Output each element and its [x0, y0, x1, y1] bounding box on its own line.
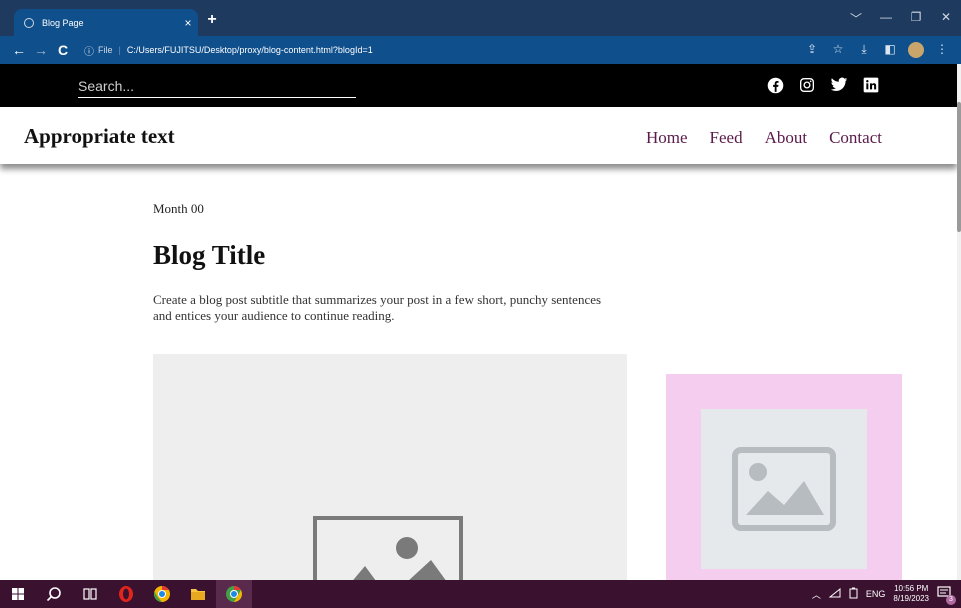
reload-icon[interactable]: C: [52, 42, 74, 58]
globe-icon: [24, 17, 34, 28]
browser-toolbar: ← → C ⓘ File | C:/Users/FUJITSU/Desktop/…: [0, 36, 961, 64]
post-subtitle: Create a blog post subtitle that summari…: [153, 292, 602, 323]
clock-time: 10:56 PM: [894, 584, 929, 593]
search-input[interactable]: [78, 78, 356, 94]
menu-icon[interactable]: ⋮: [929, 42, 955, 58]
task-view-icon[interactable]: [72, 580, 108, 608]
opera-icon[interactable]: [108, 580, 144, 608]
twitter-icon[interactable]: [830, 76, 848, 94]
top-strip: [0, 64, 957, 107]
page-viewport: Appropriate text Home Feed About Contact…: [0, 64, 961, 580]
social-links: [766, 76, 880, 94]
chrome-icon[interactable]: [144, 580, 180, 608]
sidebar-image-placeholder: [701, 409, 867, 569]
sidebar-image-card: [666, 374, 902, 580]
language-indicator[interactable]: ENG: [866, 589, 886, 599]
url-text[interactable]: C:/Users/FUJITSU/Desktop/proxy/blog-cont…: [127, 45, 373, 55]
linkedin-icon[interactable]: [862, 76, 880, 94]
restore-button[interactable]: ❐: [901, 10, 931, 27]
windows-start-icon[interactable]: [0, 580, 36, 608]
share-icon[interactable]: ⇪: [799, 42, 825, 58]
main-nav: Home Feed About Contact: [646, 128, 882, 148]
browser-tab[interactable]: Blog Page ×: [14, 9, 198, 36]
forward-icon[interactable]: →: [30, 42, 52, 58]
url-scheme-label: File: [98, 45, 113, 55]
close-window-button[interactable]: ✕: [931, 10, 961, 27]
battery-icon[interactable]: [849, 587, 858, 601]
nav-home-link[interactable]: Home: [646, 128, 688, 148]
hero-image-placeholder: [153, 354, 627, 580]
post-title: Blog Title: [153, 240, 266, 270]
image-placeholder-icon: [313, 516, 463, 580]
profile-avatar[interactable]: [908, 42, 924, 58]
site-brand[interactable]: Appropriate text: [24, 124, 175, 149]
notification-count-badge: 3: [946, 595, 956, 605]
tab-close-button[interactable]: ×: [178, 16, 198, 30]
post-date: Month 00: [153, 201, 204, 216]
star-icon[interactable]: ☆: [825, 42, 851, 58]
search-field[interactable]: [78, 78, 356, 98]
browser-titlebar: Blog Page × + ﹀ — ❐ ✕: [0, 0, 961, 36]
notification-icon[interactable]: 3: [937, 586, 956, 605]
chevron-up-icon[interactable]: ︿: [812, 588, 821, 601]
page-scrollbar[interactable]: [957, 64, 961, 580]
omnibox[interactable]: ⓘ File | C:/Users/FUJITSU/Desktop/proxy/…: [84, 43, 373, 58]
instagram-icon[interactable]: [798, 76, 816, 94]
minimize-button[interactable]: —: [871, 10, 901, 27]
search-icon[interactable]: [36, 580, 72, 608]
clock[interactable]: 10:56 PM 8/19/2023: [893, 584, 929, 604]
info-icon[interactable]: ⓘ: [84, 43, 94, 58]
new-tab-button[interactable]: +: [204, 11, 220, 29]
url-separator: |: [118, 45, 121, 55]
download-icon[interactable]: ⤓: [851, 42, 877, 58]
file-explorer-icon[interactable]: [180, 580, 216, 608]
sidepanel-icon[interactable]: ◧: [877, 42, 903, 58]
tab-title: Blog Page: [42, 17, 84, 28]
scrollbar-thumb[interactable]: [957, 102, 961, 232]
site-header: Appropriate text Home Feed About Contact: [0, 107, 957, 164]
system-tray: ︿ ENG 10:56 PM 8/19/2023 3: [812, 580, 956, 608]
nav-feed-link[interactable]: Feed: [710, 128, 743, 148]
windows-taskbar: ︿ ENG 10:56 PM 8/19/2023 3: [0, 580, 961, 608]
window-controls: ﹀ — ❐ ✕: [841, 10, 961, 27]
nav-contact-link[interactable]: Contact: [829, 128, 882, 148]
nav-about-link[interactable]: About: [765, 128, 808, 148]
image-placeholder-icon: [732, 447, 836, 531]
clock-date: 8/19/2023: [893, 594, 929, 603]
facebook-icon[interactable]: [766, 76, 784, 94]
toolbar-actions: ⇪ ☆ ⤓ ◧ ⋮: [799, 42, 955, 58]
tab-search-button[interactable]: ﹀: [841, 10, 871, 27]
chrome-app-active-icon[interactable]: [216, 580, 252, 608]
wifi-icon[interactable]: [828, 587, 841, 600]
back-icon[interactable]: ←: [8, 42, 30, 58]
